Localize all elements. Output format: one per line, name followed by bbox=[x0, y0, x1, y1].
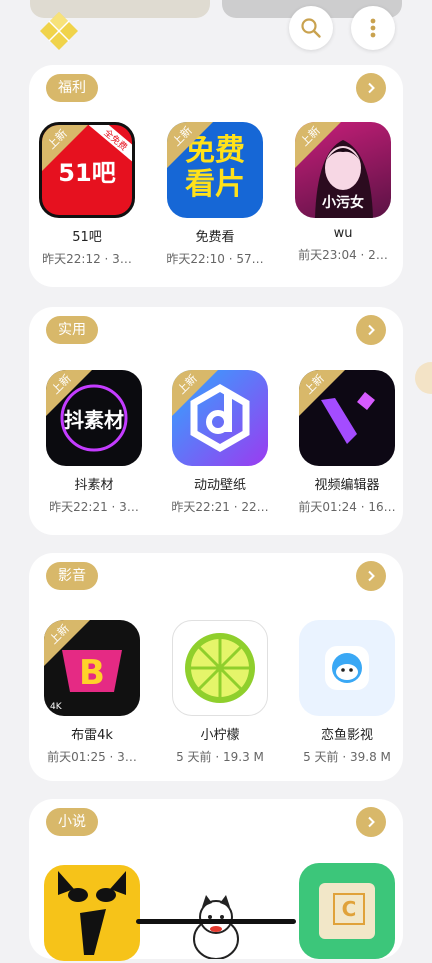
chevron-right-icon bbox=[368, 82, 375, 94]
app-name: wu bbox=[333, 226, 353, 241]
search-icon bbox=[301, 18, 321, 38]
search-button[interactable] bbox=[289, 6, 333, 50]
more-menu-button[interactable] bbox=[351, 6, 395, 50]
app-name: 动动壁纸 bbox=[193, 478, 246, 493]
app-item[interactable]: C bbox=[284, 863, 410, 959]
app-meta: 昨天22:21 · 22… bbox=[171, 500, 269, 514]
floating-edge-button[interactable] bbox=[415, 362, 432, 394]
app-meta: 前天01:24 · 16… bbox=[298, 500, 396, 514]
app-item[interactable]: 上新 动动壁纸 昨天22:21 · 22… bbox=[157, 370, 283, 515]
app-meta: 昨天22:12 · 3… bbox=[42, 252, 132, 266]
app-icon: 上新 bbox=[299, 370, 395, 466]
section-tag: 福利 bbox=[46, 74, 98, 102]
home-indicator[interactable] bbox=[136, 919, 296, 924]
cat-face-icon bbox=[58, 871, 126, 955]
app-name: 视频编辑器 bbox=[314, 478, 380, 493]
app-item[interactable]: 抖素材 上新 抖素材 昨天22:21 · 3… bbox=[31, 370, 157, 515]
app-item[interactable]: 恋鱼影视 5 天前 · 39.8 M bbox=[284, 620, 410, 765]
app-name: 51吧 bbox=[72, 230, 102, 245]
app-name: 小柠檬 bbox=[200, 728, 240, 743]
chevron-right-icon bbox=[368, 324, 375, 336]
section-more-button[interactable] bbox=[356, 315, 386, 345]
app-icon bbox=[44, 865, 140, 961]
app-meta: 5 天前 · 39.8 M bbox=[303, 750, 391, 764]
app-item[interactable]: B 4K 上新 布雷4k 前天01:25 · 3… bbox=[29, 620, 155, 765]
section-card-novel: 小说 C bbox=[29, 799, 403, 961]
section-card-media: 影音 B 4K 上新 布雷4k 前天01:25 · 3… 小柠檬 5 天前 · … bbox=[29, 553, 403, 781]
app-icon: 抖素材 上新 bbox=[46, 370, 142, 466]
app-meta: 昨天22:10 · 57… bbox=[166, 252, 264, 266]
app-icon bbox=[299, 620, 395, 716]
app-icon-text: 小污女 bbox=[322, 195, 364, 211]
app-name: 免费看 bbox=[195, 230, 235, 245]
section-tag: 影音 bbox=[46, 562, 98, 590]
app-name: 布雷4k bbox=[71, 728, 113, 743]
app-meta: 前天23:04 · 2… bbox=[298, 248, 388, 262]
section-tag: 实用 bbox=[46, 316, 98, 344]
app-name: 抖素材 bbox=[74, 478, 114, 493]
app-icon: 51吧 全免费 上新 bbox=[39, 122, 135, 218]
app-item[interactable] bbox=[153, 859, 279, 963]
logo-icon bbox=[40, 12, 78, 50]
chevron-right-icon bbox=[368, 816, 375, 828]
app-icon: 上新 bbox=[172, 370, 268, 466]
app-meta: 5 天前 · 19.3 M bbox=[176, 750, 264, 764]
app-item[interactable]: 上新 视频编辑器 前天01:24 · 16… bbox=[284, 370, 410, 515]
section-card-welfare: 福利 51吧 全免费 上新 51吧 昨天22:12 · 3… 免费看片 上新 免… bbox=[29, 65, 403, 287]
app-icon: 小污女 上新 bbox=[295, 122, 391, 218]
app-item[interactable] bbox=[29, 865, 155, 961]
section-more-button[interactable] bbox=[356, 73, 386, 103]
section-more-button[interactable] bbox=[356, 561, 386, 591]
app-icon: C bbox=[299, 863, 395, 959]
vertical-dots-icon bbox=[370, 18, 376, 38]
section-more-button[interactable] bbox=[356, 807, 386, 837]
app-item[interactable]: 51吧 全免费 上新 51吧 昨天22:12 · 3… bbox=[24, 122, 150, 267]
fish-mascot-icon bbox=[325, 646, 369, 690]
app-icon: 免费看片 上新 bbox=[167, 122, 263, 218]
app-name: 恋鱼影视 bbox=[320, 728, 373, 743]
app-meta: 昨天22:21 · 3… bbox=[49, 500, 139, 514]
app-meta: 前天01:25 · 3… bbox=[47, 750, 137, 764]
app-item[interactable]: 小柠檬 5 天前 · 19.3 M bbox=[157, 620, 283, 765]
lucky-cat-icon bbox=[193, 895, 239, 960]
app-item[interactable]: 小污女 上新 wu 前天23:04 · 2… bbox=[280, 122, 406, 263]
chevron-right-icon bbox=[368, 570, 375, 582]
app-icon bbox=[172, 620, 268, 716]
app-icon-text: C bbox=[333, 893, 365, 925]
app-icon: B 4K 上新 bbox=[44, 620, 140, 716]
app-item[interactable]: 免费看片 上新 免费看 昨天22:10 · 57… bbox=[152, 122, 278, 267]
section-tag: 小说 bbox=[46, 808, 98, 836]
app-icon-text: 4K bbox=[50, 702, 62, 712]
lemon-slice-icon bbox=[185, 633, 255, 703]
section-card-utility: 实用 抖素材 上新 抖素材 昨天22:21 · 3… 上新 动动壁纸 昨天22:… bbox=[29, 307, 403, 535]
top-bar bbox=[0, 0, 432, 62]
